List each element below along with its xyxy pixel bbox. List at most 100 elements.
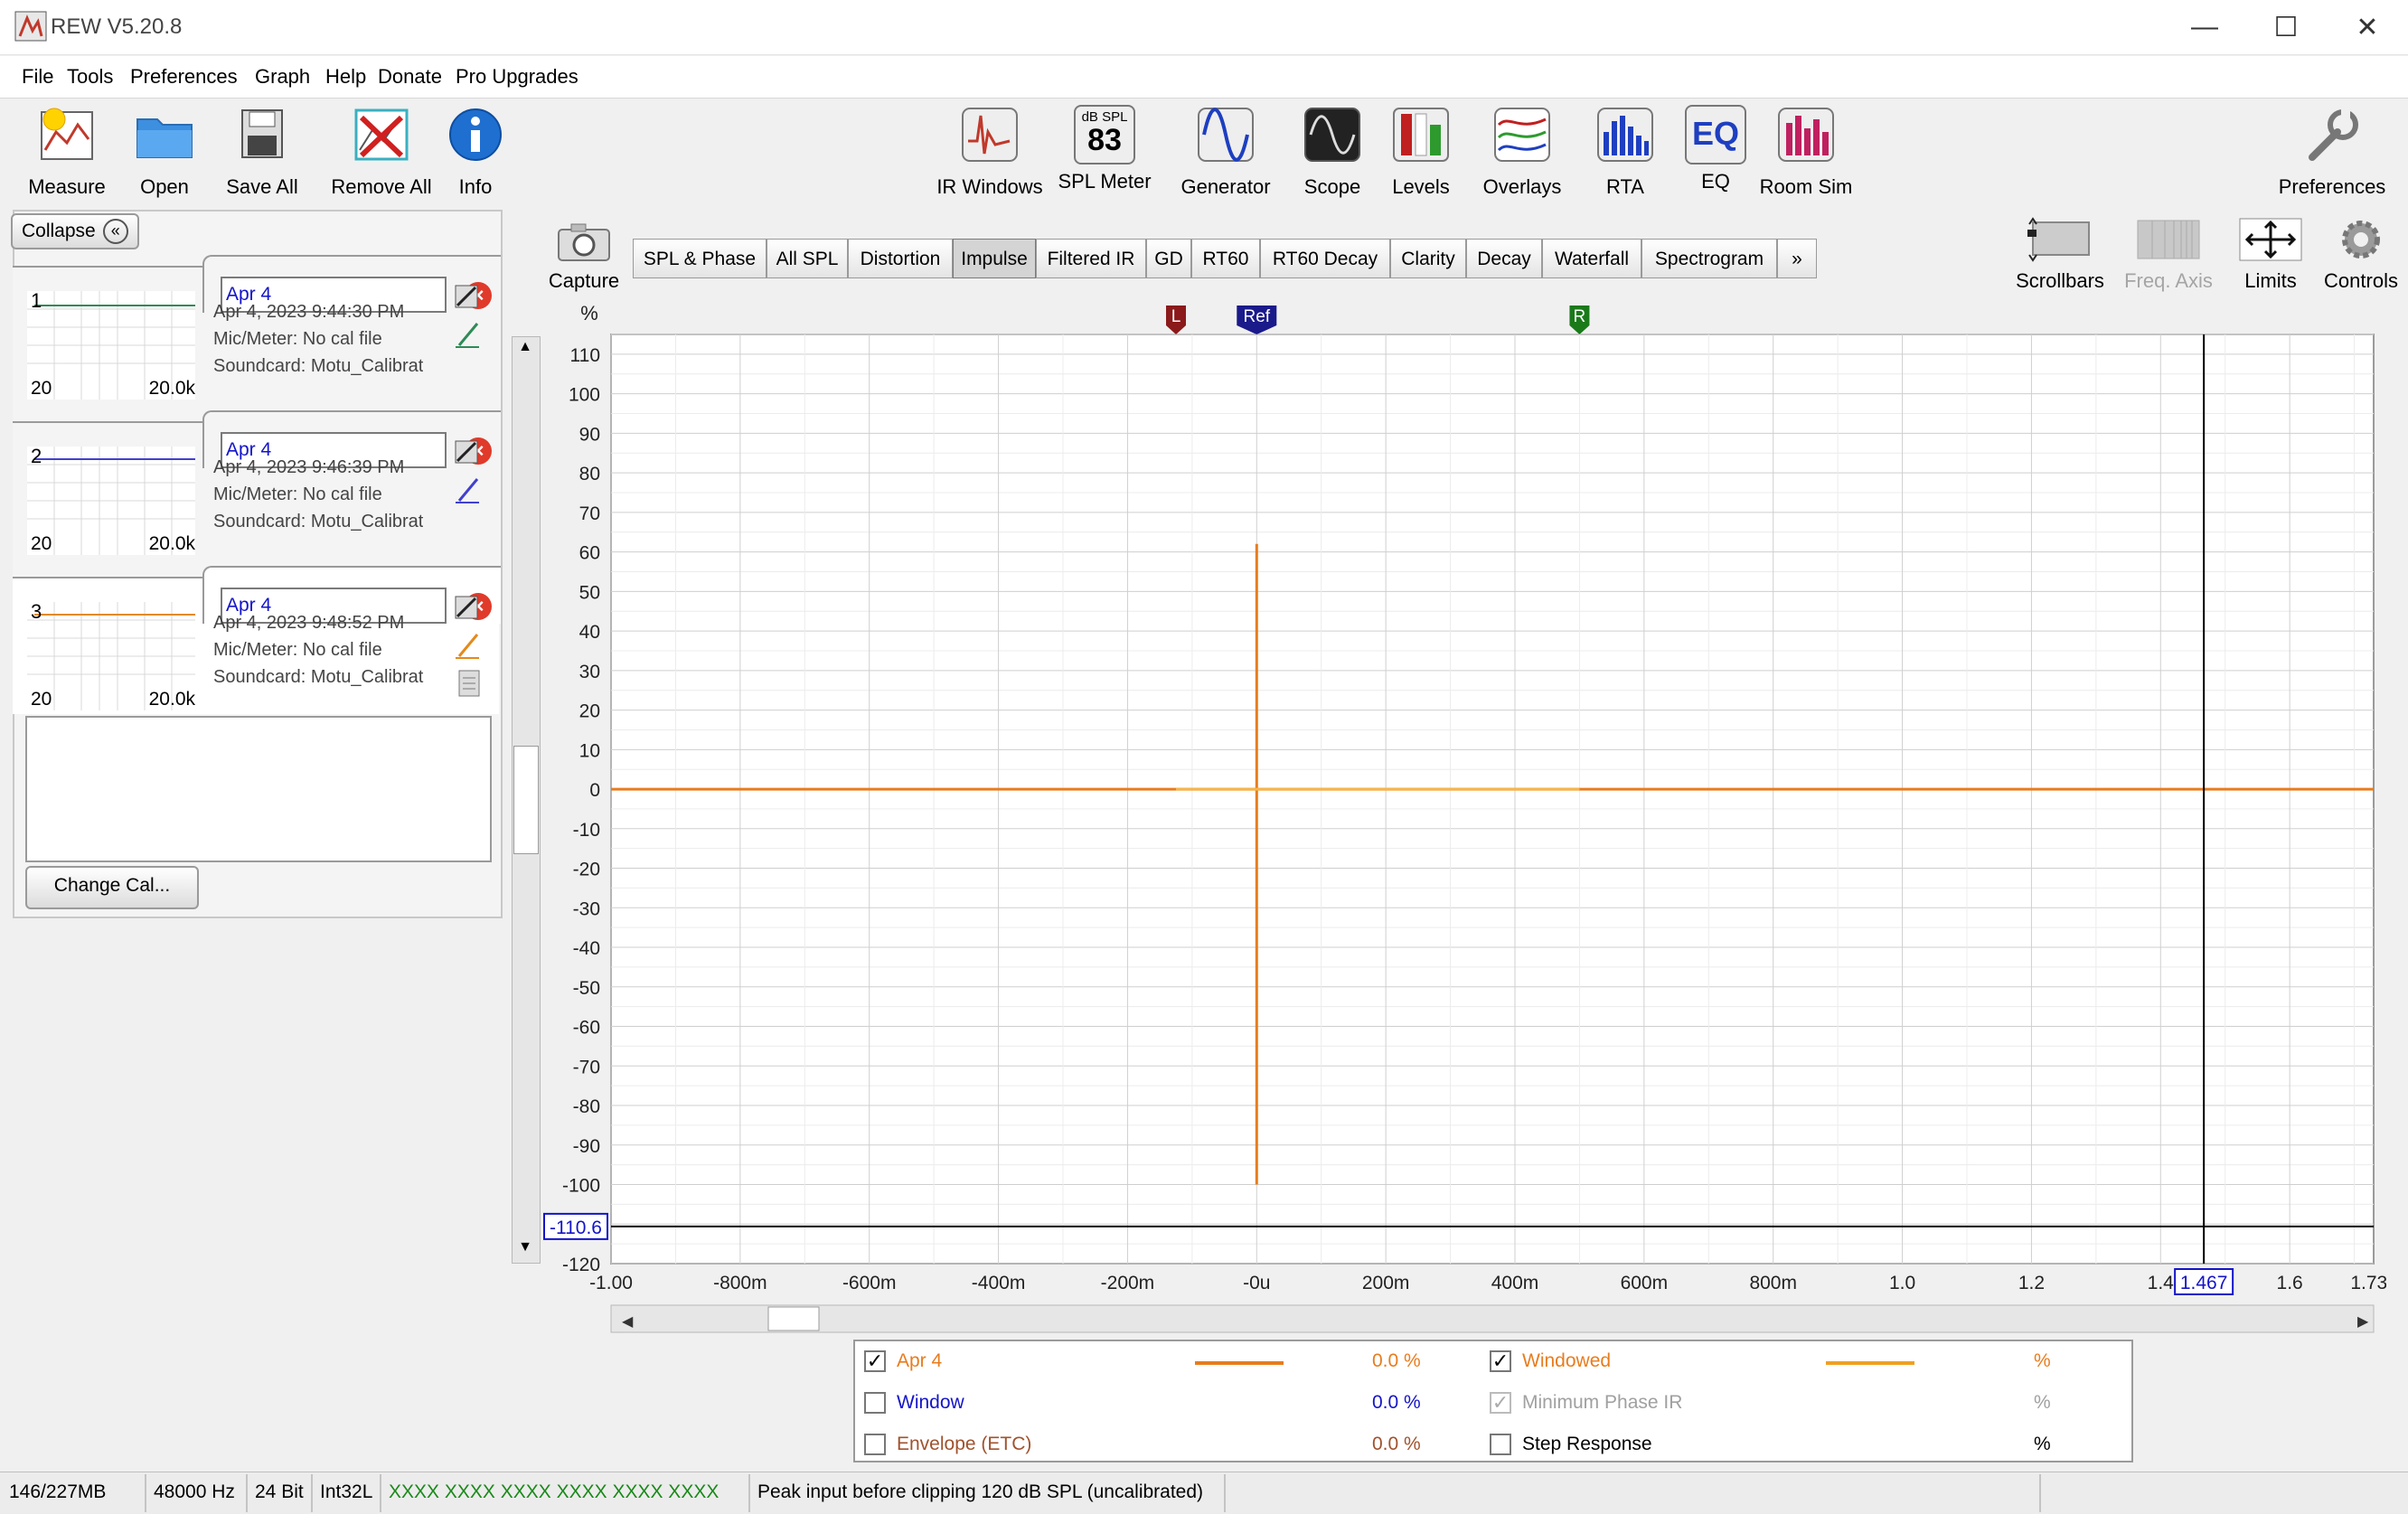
- measurement-thumbnail[interactable]: 3 20 20.0k: [27, 600, 195, 710]
- preferences-button[interactable]: Preferences: [2271, 105, 2394, 199]
- scope-button[interactable]: Scope: [1289, 105, 1376, 199]
- measurement-card-2[interactable]: Apr 4 × 2 20 20.0k Apr 4, 2023 9:46:39 P…: [13, 410, 501, 578]
- pencil-icon[interactable]: [452, 320, 484, 349]
- rta-button[interactable]: RTA: [1582, 105, 1669, 199]
- limits-button[interactable]: Limits: [2227, 217, 2314, 293]
- scroll-down-icon[interactable]: ▼: [514, 1239, 536, 1261]
- vertical-scrollbar[interactable]: ▲ ▼: [512, 336, 541, 1264]
- tab-more[interactable]: »: [1777, 239, 1817, 278]
- generator-button[interactable]: Generator: [1173, 105, 1278, 199]
- y-tick-label: -40: [573, 938, 600, 959]
- minimize-button[interactable]: —: [2164, 0, 2245, 54]
- capture-button[interactable]: Capture: [546, 221, 622, 293]
- notes-icon[interactable]: [452, 669, 484, 698]
- overlays-button[interactable]: Overlays: [1472, 105, 1573, 199]
- double-chevron-left-icon: «: [102, 219, 128, 244]
- room-sim-button[interactable]: Room Sim: [1759, 105, 1853, 199]
- calibration-notes-box[interactable]: [25, 716, 492, 862]
- menu-preferences[interactable]: Preferences: [130, 65, 238, 89]
- tab-clarity[interactable]: Clarity: [1390, 239, 1466, 278]
- input-level-meters: XXXX XXXX XXXX XXXX XXXX XXXX: [389, 1481, 720, 1502]
- info-sheet-icon[interactable]: [452, 282, 484, 311]
- scroll-up-icon[interactable]: ▲: [514, 339, 536, 361]
- close-button[interactable]: ✕: [2327, 0, 2408, 54]
- tab-distortion[interactable]: Distortion: [848, 239, 953, 278]
- y-axis-label: %: [580, 302, 598, 324]
- menu-file[interactable]: File: [22, 65, 53, 89]
- eq-button[interactable]: EQ EQ: [1672, 105, 1759, 193]
- info-button[interactable]: Info: [439, 105, 512, 199]
- info-icon: [449, 108, 502, 161]
- tab-spl-phase[interactable]: SPL & Phase: [633, 239, 767, 278]
- levels-button[interactable]: Levels: [1378, 105, 1464, 199]
- controls-button[interactable]: Controls: [2318, 217, 2404, 293]
- remove-all-button[interactable]: Remove All: [327, 105, 436, 199]
- envelope-checkbox[interactable]: [864, 1434, 886, 1455]
- legend-apr4-label: Apr 4: [897, 1350, 943, 1371]
- x-tick-label: 400m: [1491, 1273, 1539, 1293]
- room-sim-icon: [1778, 108, 1834, 162]
- overlays-icon: [1494, 108, 1550, 162]
- tab-gd[interactable]: GD: [1146, 239, 1191, 278]
- open-button[interactable]: Open: [118, 105, 212, 199]
- scrollbars-button[interactable]: Scrollbars: [2010, 217, 2110, 293]
- measure-button[interactable]: Measure: [20, 105, 114, 199]
- legend-windowed-swatch: [1826, 1361, 1914, 1365]
- save-all-button[interactable]: Save All: [215, 105, 309, 199]
- info-sheet-icon[interactable]: [452, 437, 484, 466]
- scroll-right-icon[interactable]: ▶: [2357, 1312, 2369, 1330]
- vertical-scroll-thumb[interactable]: [513, 746, 539, 854]
- tab-all-spl[interactable]: All SPL: [767, 239, 848, 278]
- y-tick-label: 10: [579, 740, 600, 761]
- info-sheet-icon[interactable]: [452, 593, 484, 622]
- tab-spectrogram[interactable]: Spectrogram: [1641, 239, 1777, 278]
- gear-icon: [2342, 221, 2380, 259]
- x-tick-label: -200m: [1101, 1273, 1155, 1293]
- capture-label: Capture: [548, 269, 620, 292]
- measurement-thumbnail[interactable]: 1 20 20.0k: [27, 289, 195, 400]
- window-marker-label: R: [1574, 307, 1586, 326]
- measurement-soundcard: Soundcard: Motu_Calibrat: [213, 512, 424, 531]
- measurement-card-1[interactable]: Apr 4 × 1 20 20.0k Apr 4, 2023 9:44:30 P…: [13, 255, 501, 423]
- title-bar: REW V5.20.8 — ☐ ✕: [0, 0, 2408, 55]
- menu-pro-upgrades[interactable]: Pro Upgrades: [456, 65, 578, 89]
- wrench-icon: [2309, 108, 2358, 161]
- windowed-checkbox[interactable]: ✓: [1490, 1350, 1511, 1372]
- tab-rt60[interactable]: RT60: [1191, 239, 1260, 278]
- horizontal-scrollbar[interactable]: [610, 1304, 2375, 1333]
- horizontal-scroll-thumb[interactable]: [767, 1306, 820, 1331]
- scroll-left-icon[interactable]: ◀: [622, 1312, 634, 1330]
- tab-waterfall[interactable]: Waterfall: [1542, 239, 1641, 278]
- menu-donate[interactable]: Donate: [378, 65, 442, 89]
- tab-filtered-ir[interactable]: Filtered IR: [1036, 239, 1146, 278]
- step-response-checkbox[interactable]: [1490, 1434, 1511, 1455]
- menu-tools[interactable]: Tools: [67, 65, 113, 89]
- apr4-checkbox[interactable]: ✓: [864, 1350, 886, 1372]
- legend-step-response-value: %: [2034, 1434, 2051, 1454]
- tab-decay[interactable]: Decay: [1466, 239, 1542, 278]
- window-checkbox[interactable]: [864, 1392, 886, 1414]
- spl-meter-label: SPL Meter: [1058, 170, 1152, 193]
- impulse-chart[interactable]: 1101009080706050403020100-10-20-30-40-50…: [539, 298, 2386, 1340]
- y-tick-label: 90: [579, 424, 600, 445]
- ir-windows-button[interactable]: IR Windows: [933, 105, 1047, 199]
- measurement-thumbnail[interactable]: 2 20 20.0k: [27, 445, 195, 555]
- maximize-button[interactable]: ☐: [2245, 0, 2327, 54]
- spl-meter-button[interactable]: dB SPL 83 SPL Meter: [1054, 105, 1155, 193]
- pencil-icon[interactable]: [452, 631, 484, 660]
- y-tick-label: -10: [573, 820, 600, 841]
- change-cal-button[interactable]: Change Cal...: [25, 866, 199, 909]
- menu-graph[interactable]: Graph: [255, 65, 310, 89]
- tab-impulse[interactable]: Impulse: [953, 239, 1036, 278]
- plot-area[interactable]: [610, 334, 2375, 1265]
- freq-axis-button: Freq. Axis: [2119, 217, 2218, 293]
- menu-help[interactable]: Help: [325, 65, 366, 89]
- collapse-button[interactable]: Collapse «: [11, 213, 139, 249]
- thumbnail-high-freq: 20.0k: [148, 533, 195, 554]
- overlays-label: Overlays: [1482, 175, 1562, 198]
- pencil-icon[interactable]: [452, 475, 484, 504]
- tab-rt60-decay[interactable]: RT60 Decay: [1260, 239, 1390, 278]
- generator-label: Generator: [1180, 175, 1271, 198]
- measurement-card-3[interactable]: Apr 4 × 3 20 20.0k Apr 4, 2023 9:48:52 P…: [13, 566, 501, 714]
- x-tick-label: -600m: [842, 1273, 897, 1293]
